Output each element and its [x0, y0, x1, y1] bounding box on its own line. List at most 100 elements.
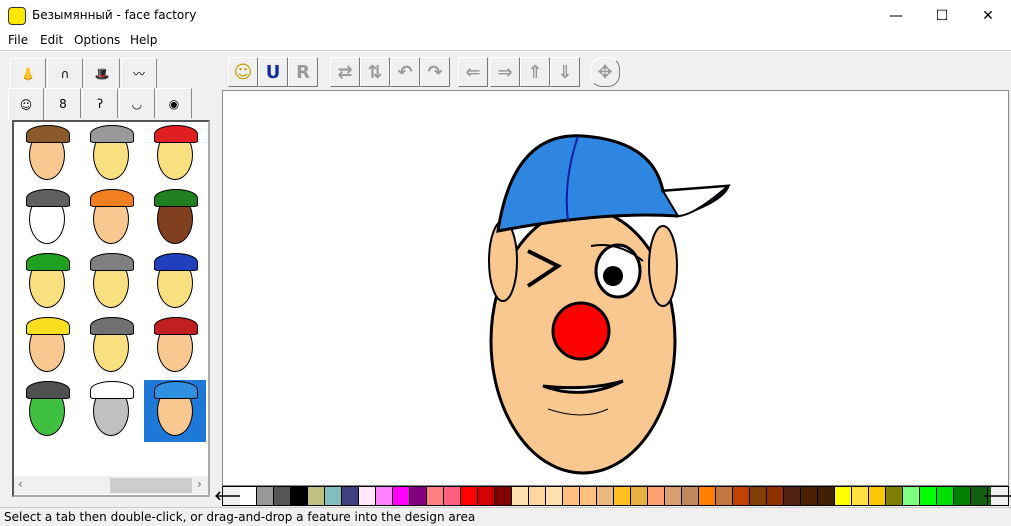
- tab-ear[interactable]: ʔ: [82, 88, 118, 118]
- color-swatch[interactable]: [886, 487, 903, 505]
- color-swatch[interactable]: [665, 487, 682, 505]
- color-swatch[interactable]: [767, 487, 784, 505]
- color-swatch[interactable]: [801, 487, 818, 505]
- face-thumbnail[interactable]: [80, 252, 142, 314]
- face-icon: [26, 125, 70, 180]
- stretch-down-button[interactable]: ⇓: [550, 57, 580, 87]
- color-swatch[interactable]: [716, 487, 733, 505]
- face-thumbnail[interactable]: [16, 124, 78, 186]
- color-swatch[interactable]: [937, 487, 954, 505]
- tab-moustache[interactable]: 〰: [121, 58, 157, 88]
- face-thumbnail[interactable]: [144, 188, 206, 250]
- maximize-button[interactable]: ☐: [919, 0, 965, 32]
- face-thumbnail[interactable]: [80, 188, 142, 250]
- design-area[interactable]: [222, 90, 1009, 486]
- scroll-right-icon[interactable]: ›: [197, 477, 202, 491]
- face-thumbnail[interactable]: [16, 252, 78, 314]
- color-swatch[interactable]: [393, 487, 410, 505]
- color-swatch[interactable]: [954, 487, 971, 505]
- app-icon: [8, 7, 26, 25]
- face-thumbnail[interactable]: [144, 380, 206, 442]
- menu-help[interactable]: Help: [130, 33, 157, 47]
- tab-lips[interactable]: ◡: [119, 88, 155, 118]
- color-swatch[interactable]: [342, 487, 359, 505]
- rotate-right-button[interactable]: ↷: [420, 57, 450, 87]
- color-swatch[interactable]: [410, 487, 427, 505]
- color-swatch[interactable]: [512, 487, 529, 505]
- color-swatch[interactable]: [903, 487, 920, 505]
- color-swatch[interactable]: [495, 487, 512, 505]
- flip-horizontal-button[interactable]: ⇄: [330, 57, 360, 87]
- close-button[interactable]: ✕: [965, 0, 1011, 32]
- tab-nose[interactable]: 👃: [10, 58, 46, 88]
- scroll-thumb[interactable]: [110, 478, 192, 493]
- face-thumbnail[interactable]: [16, 316, 78, 378]
- tab-eye[interactable]: ◉: [156, 88, 192, 118]
- color-swatch[interactable]: [240, 487, 257, 505]
- color-swatch[interactable]: [835, 487, 852, 505]
- color-swatch[interactable]: [699, 487, 716, 505]
- color-swatch[interactable]: [682, 487, 699, 505]
- color-swatch[interactable]: [546, 487, 563, 505]
- face-thumbnail[interactable]: [80, 124, 142, 186]
- flip-vertical-button[interactable]: ⇅: [360, 57, 390, 87]
- move-button[interactable]: ✥: [590, 57, 620, 87]
- tab-hair[interactable]: ∩: [47, 58, 83, 88]
- face-thumbnail[interactable]: [80, 316, 142, 378]
- redo-button[interactable]: R: [288, 57, 318, 87]
- color-swatch[interactable]: [597, 487, 614, 505]
- face-thumbnail[interactable]: [144, 316, 206, 378]
- menu-file[interactable]: File: [8, 33, 28, 47]
- color-swatch[interactable]: [784, 487, 801, 505]
- color-swatch[interactable]: [257, 487, 274, 505]
- color-swatch[interactable]: [444, 487, 461, 505]
- right-ear: [648, 225, 678, 307]
- tab-hat[interactable]: 🎩: [84, 58, 120, 88]
- stretch-right-button[interactable]: ⇒: [490, 57, 520, 87]
- rotate-left-button[interactable]: ↶: [390, 57, 420, 87]
- face-icon: [26, 317, 70, 372]
- face-thumbnail[interactable]: [16, 380, 78, 442]
- face-thumbnail[interactable]: [16, 188, 78, 250]
- color-swatch[interactable]: [274, 487, 291, 505]
- palette-scroll-left[interactable]: 🡐: [214, 487, 249, 505]
- color-swatch[interactable]: [869, 487, 886, 505]
- color-swatch[interactable]: [308, 487, 325, 505]
- color-swatch[interactable]: [461, 487, 478, 505]
- feature-list[interactable]: [12, 120, 210, 497]
- face-thumbnail[interactable]: [80, 380, 142, 442]
- color-swatch[interactable]: [648, 487, 665, 505]
- color-swatch[interactable]: [631, 487, 648, 505]
- stretch-left-button[interactable]: ⇐: [458, 57, 488, 87]
- color-swatch[interactable]: [920, 487, 937, 505]
- color-swatch[interactable]: [427, 487, 444, 505]
- color-swatch[interactable]: [733, 487, 750, 505]
- color-swatch[interactable]: [614, 487, 631, 505]
- scroll-left-icon[interactable]: ‹: [18, 477, 23, 491]
- minimize-button[interactable]: —: [873, 0, 919, 32]
- color-swatch[interactable]: [291, 487, 308, 505]
- color-swatch[interactable]: [818, 487, 835, 505]
- stretch-up-button[interactable]: ⇑: [520, 57, 550, 87]
- color-swatch[interactable]: [478, 487, 495, 505]
- menu-edit[interactable]: Edit: [40, 33, 63, 47]
- color-swatch[interactable]: [359, 487, 376, 505]
- palette-scroll-right[interactable]: 🡒: [982, 487, 1011, 505]
- hat-icon: [154, 189, 198, 207]
- color-swatch[interactable]: [852, 487, 869, 505]
- color-swatch[interactable]: [376, 487, 393, 505]
- face-thumbnail[interactable]: [144, 252, 206, 314]
- menu-options[interactable]: Options: [74, 33, 120, 47]
- hat-icon: [90, 253, 134, 271]
- new-face-button[interactable]: ☺: [228, 57, 258, 87]
- undo-button[interactable]: U: [258, 57, 288, 87]
- face-icon: [26, 189, 70, 244]
- color-swatch[interactable]: [325, 487, 342, 505]
- color-swatch[interactable]: [580, 487, 597, 505]
- color-swatch[interactable]: [563, 487, 580, 505]
- tab-head-shape[interactable]: 8: [45, 88, 81, 118]
- color-swatch[interactable]: [529, 487, 546, 505]
- face-thumbnail[interactable]: [144, 124, 206, 186]
- color-swatch[interactable]: [750, 487, 767, 505]
- tab-face[interactable]: ☺: [8, 88, 44, 120]
